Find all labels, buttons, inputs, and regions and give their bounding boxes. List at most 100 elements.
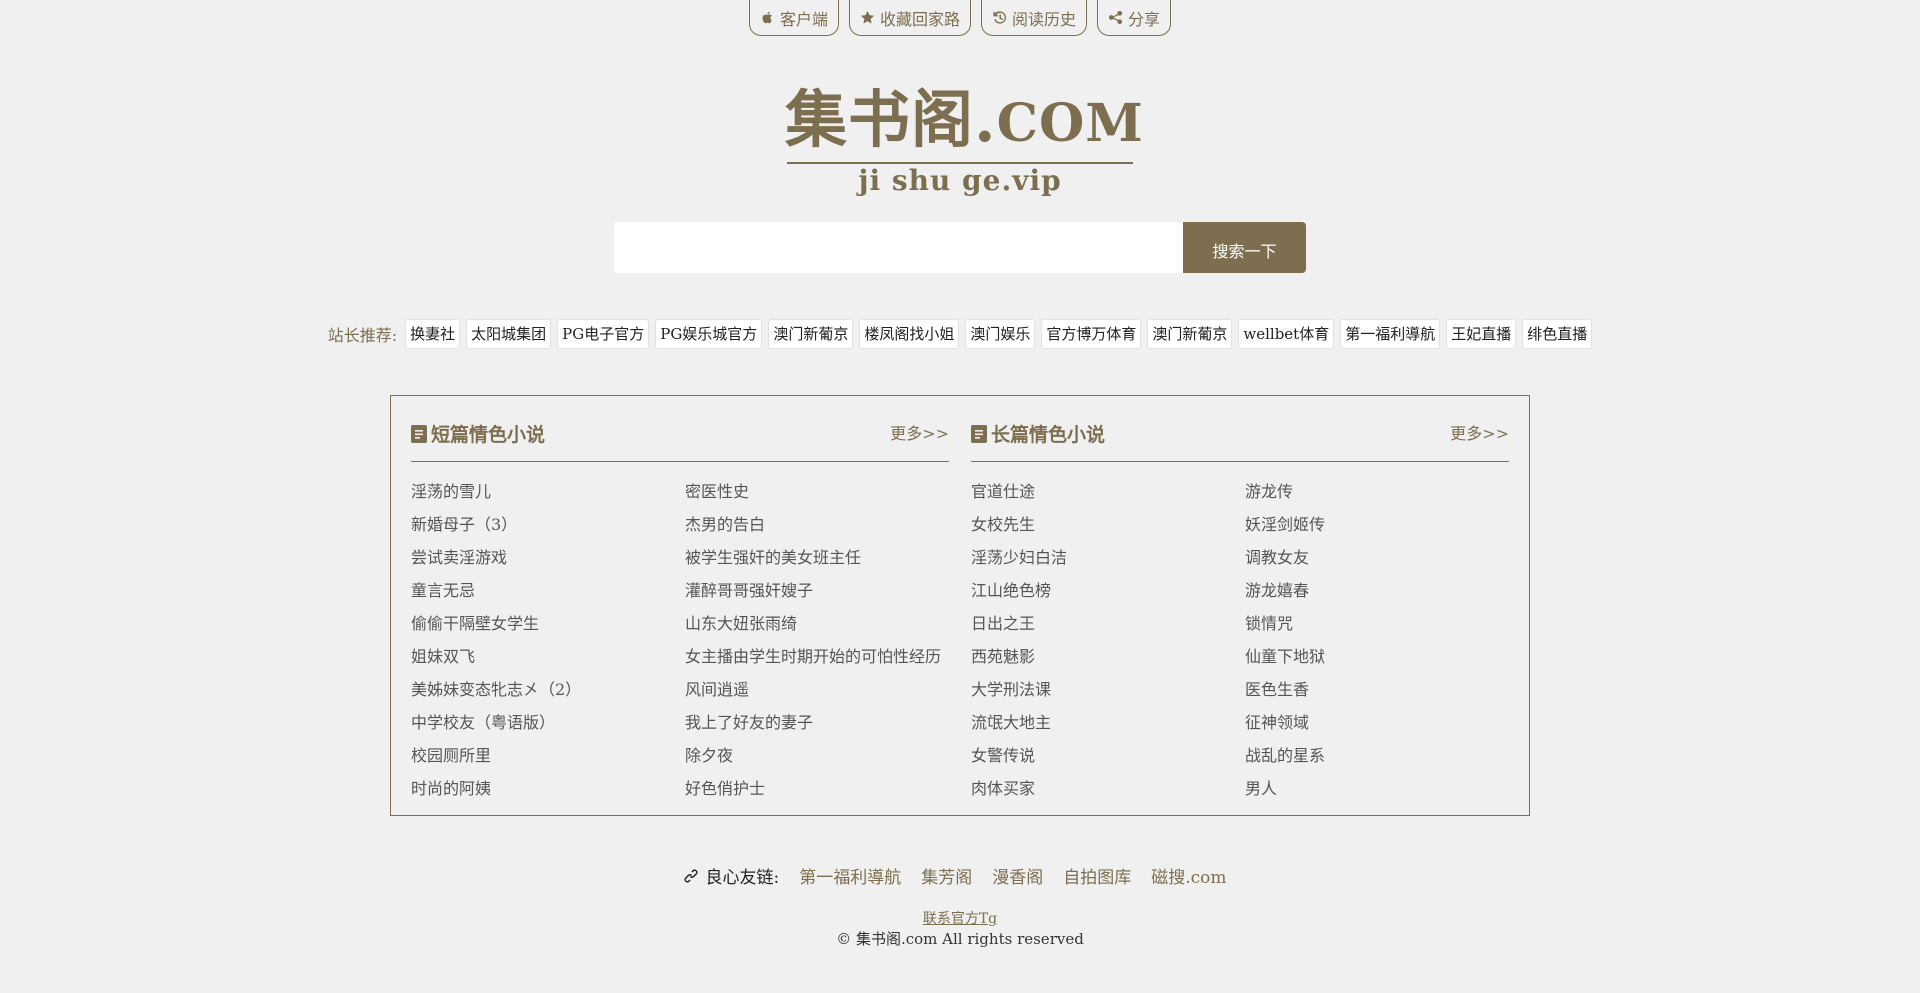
novel-link[interactable]: 游龙传 (1245, 475, 1509, 508)
novel-link[interactable]: 西苑魅影 (971, 640, 1245, 673)
recommend-tag[interactable]: PG娱乐城官方 (655, 319, 763, 349)
novel-link[interactable]: 童言无忌 (411, 574, 685, 607)
novel-link[interactable]: 妖淫剑姬传 (1245, 508, 1509, 541)
more-link[interactable]: 更多>> (890, 420, 949, 444)
section-title-text: 长篇情色小说 (991, 424, 1106, 446)
recommend-tag[interactable]: 第一福利導航 (1340, 319, 1441, 349)
friend-link[interactable]: 第一福利導航 (799, 863, 901, 888)
share-label: 分享 (1128, 9, 1161, 29)
bookmark-label: 收藏回家路 (879, 9, 960, 29)
novel-link[interactable]: 时尚的阿姨 (411, 772, 685, 805)
friend-link[interactable]: 磁搜.com (1151, 863, 1226, 888)
friend-link[interactable]: 自拍图库 (1063, 863, 1131, 888)
recommend-tag[interactable]: 王妃直播 (1446, 319, 1517, 349)
novel-link[interactable]: 中学校友（粤语版） (411, 706, 685, 739)
novel-link[interactable]: 游龙嬉春 (1245, 574, 1509, 607)
section-title: 长篇情色小说 (971, 420, 1105, 447)
book-icon (971, 424, 987, 443)
novel-link[interactable]: 流氓大地主 (971, 706, 1245, 739)
recommend-tag[interactable]: PG电子官方 (557, 319, 650, 349)
section-title: 短篇情色小说 (411, 420, 545, 447)
recommend-tag[interactable]: 澳门新葡京 (1147, 319, 1233, 349)
recommend-tag[interactable]: 绯色直播 (1522, 319, 1593, 349)
novel-link[interactable]: 女主播由学生时期开始的可怕性经历 (685, 640, 949, 673)
friend-link[interactable]: 漫香阁 (992, 863, 1043, 888)
novel-link[interactable]: 日出之王 (971, 607, 1245, 640)
novel-link[interactable]: 除夕夜 (685, 739, 949, 772)
star-icon (860, 10, 875, 24)
novel-link[interactable]: 男人 (1245, 772, 1509, 805)
logo-sub: ji shu ge.vip (858, 164, 1062, 197)
novel-link[interactable]: 战乱的星系 (1245, 739, 1509, 772)
contact-link[interactable]: 联系官方Tg (0, 908, 1920, 928)
friend-links-text: 良心友链: (705, 868, 780, 888)
friend-link[interactable]: 集芳阁 (921, 863, 972, 888)
history-icon (993, 11, 1007, 24)
novel-link[interactable]: 灌醉哥哥强奸嫂子 (685, 574, 949, 607)
section-title-text: 短篇情色小说 (431, 424, 546, 446)
novel-link[interactable]: 仙童下地狱 (1245, 640, 1509, 673)
novel-link[interactable]: 山东大妞张雨绮 (685, 607, 949, 640)
novel-link[interactable]: 新婚母子（3） (411, 508, 685, 541)
recommend-tag[interactable]: 太阳城集团 (466, 319, 552, 349)
novel-link[interactable]: 淫荡少妇白洁 (971, 541, 1245, 574)
novel-list: 淫荡的雪儿 密医性史 新婚母子（3） 杰男的告白 尝试卖淫游戏 被学生强奸的美女班主任 童言… (411, 475, 949, 805)
novel-link[interactable]: 杰男的告白 (685, 508, 949, 541)
share-icon (1108, 10, 1123, 25)
novel-link[interactable]: 美姊妹变态牝志㐅（2） (411, 673, 685, 706)
novel-link[interactable]: 医色生香 (1245, 673, 1509, 706)
novel-link[interactable]: 女警传说 (971, 739, 1245, 772)
site-logo[interactable]: 集书阁.COM ji shu ge.vip (785, 83, 1143, 198)
recommend-row: 站长推荐: 换妻社 太阳城集团 PG电子官方 PG娱乐城官方 澳门新葡京 楼凤阁… (0, 319, 1920, 349)
novel-link[interactable]: 姐妹双飞 (411, 640, 685, 673)
share-button[interactable]: 分享 (1097, 0, 1172, 36)
recommend-tag[interactable]: 澳门娱乐 (965, 319, 1036, 349)
novel-link[interactable]: 调教女友 (1245, 541, 1509, 574)
novel-link[interactable]: 女校先生 (971, 508, 1245, 541)
copyright-text: © 集书阁.com All rights reserved (836, 930, 1084, 948)
link-icon (684, 869, 698, 882)
book-icon (411, 424, 427, 443)
recommend-tag[interactable]: 楼凤阁找小姐 (859, 319, 960, 349)
novel-link[interactable]: 被学生强奸的美女班主任 (685, 541, 949, 574)
recommend-tag[interactable]: 澳门新葡京 (768, 319, 854, 349)
recommend-label: 站长推荐: (327, 326, 398, 345)
search-bar: 搜索一下 (614, 222, 1306, 273)
more-link[interactable]: 更多>> (1450, 420, 1509, 444)
novel-link[interactable]: 风间逍遥 (685, 673, 949, 706)
novel-panel: 短篇情色小说 更多>> 淫荡的雪儿 密医性史 新婚母子（3） 杰男的告白 尝试卖淫游戏被… (390, 395, 1530, 816)
section-header: 短篇情色小说 更多>> (411, 416, 949, 462)
search-button[interactable]: 搜索一下 (1183, 222, 1306, 273)
novel-link[interactable]: 肉体买家 (971, 772, 1245, 805)
short-novels-section: 短篇情色小说 更多>> 淫荡的雪儿 密医性史 新婚母子（3） 杰男的告白 尝试卖淫游戏被… (411, 416, 949, 805)
recommend-tag[interactable]: wellbet体育 (1238, 319, 1335, 349)
novel-link[interactable]: 尝试卖淫游戏 (411, 541, 685, 574)
logo-main-text: 集书阁. (785, 83, 997, 156)
novel-link[interactable]: 密医性史 (685, 475, 949, 508)
novel-link[interactable]: 淫荡的雪儿 (411, 475, 685, 508)
history-label: 阅读历史 (1012, 9, 1077, 29)
client-button[interactable]: 客户端 (748, 0, 839, 36)
novel-link[interactable]: 锁情咒 (1245, 607, 1509, 640)
novel-link[interactable]: 校园厕所里 (411, 739, 685, 772)
novel-link[interactable]: 我上了好友的妻子 (685, 706, 949, 739)
novel-link[interactable]: 好色俏护士 (685, 772, 949, 805)
apple-icon (762, 11, 772, 24)
client-label: 客户端 (779, 9, 828, 29)
history-button[interactable]: 阅读历史 (981, 0, 1088, 36)
novel-link[interactable]: 大学刑法课 (971, 673, 1245, 706)
search-input[interactable] (614, 222, 1183, 273)
novel-link[interactable]: 征神领域 (1245, 706, 1509, 739)
novel-link[interactable]: 江山绝色榜 (971, 574, 1245, 607)
long-novels-section: 长篇情色小说 更多>> 官道仕途 游龙传 女校先生 妖淫剑姬传 淫荡少妇白洁 调教女友 江山… (971, 416, 1509, 805)
novel-link[interactable]: 偷偷干隔壁女学生 (411, 607, 685, 640)
novel-link[interactable]: 官道仕途 (971, 475, 1245, 508)
recommend-tag[interactable]: 换妻社 (405, 319, 461, 349)
recommend-tag[interactable]: 官方博万体育 (1041, 319, 1142, 349)
bookmark-button[interactable]: 收藏回家路 (848, 0, 971, 36)
section-header: 长篇情色小说 更多>> (971, 416, 1509, 462)
friend-links: 良心友链: 第一福利導航 集芳阁 漫香阁 自拍图库 磁搜.com (0, 863, 1920, 888)
logo-com: COM (996, 93, 1144, 154)
top-nav: 客户端 收藏回家路 阅读历史 分享 (0, 0, 1920, 36)
logo-main: 集书阁.COM (785, 83, 1143, 160)
